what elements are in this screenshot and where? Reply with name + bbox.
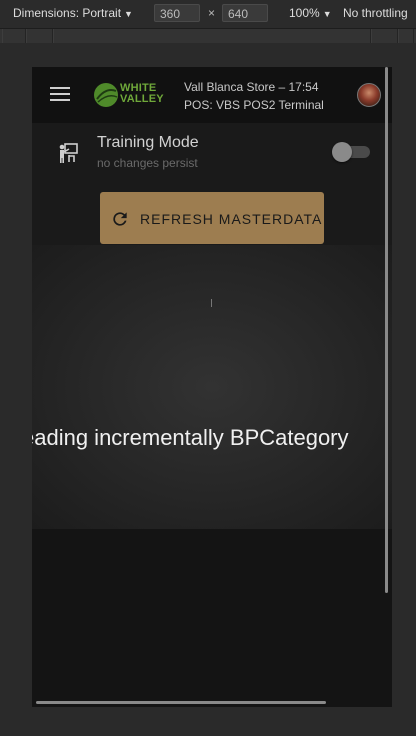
media-query-segment[interactable] [53,29,371,43]
media-query-segment[interactable] [26,29,53,43]
zoom-select[interactable]: 100% ▼ [289,6,332,20]
terminal-name: POS: VBS POS2 Terminal [184,98,324,112]
refresh-icon [113,212,127,226]
store-info: Vall Blanca Store – 17:54 POS: VBS POS2 … [184,78,324,114]
vertical-scrollbar[interactable] [385,67,388,593]
refresh-masterdata-button[interactable]: REFRESH MASTERDATA [100,192,324,244]
loading-spinner-icon [211,299,212,307]
menu-icon[interactable] [50,87,70,103]
throttling-select[interactable]: No throttling [343,6,408,20]
dimensions-label: Dimensions: Portrait [13,6,122,20]
height-input[interactable]: 640 [222,4,268,22]
loading-message: eading incrementally BPCategory [32,425,349,450]
training-mode-title: Training Mode [97,134,199,151]
times-sign: × [208,6,216,20]
throttling-label: No throttling [343,6,408,20]
store-name-time: Vall Blanca Store – 17:54 [184,80,319,94]
media-query-segment[interactable] [398,29,414,43]
dropdown-arrow-icon: ▼ [322,9,332,19]
media-query-segment[interactable] [2,29,26,43]
training-icon [59,143,78,163]
empty-content-area [32,529,392,707]
dimensions-select[interactable]: Dimensions: Portrait ▼ [13,6,133,20]
width-input[interactable]: 360 [154,4,200,22]
zoom-label: 100% [289,6,320,20]
loading-panel [32,245,392,529]
device-viewport: WHITE VALLEY Vall Blanca Store – 17:54 P… [32,67,392,707]
media-query-bar [0,29,416,43]
logo-text: WHITE VALLEY [120,83,164,105]
dropdown-arrow-icon: ▼ [124,9,133,19]
refresh-masterdata-label: REFRESH MASTERDATA [140,211,323,227]
avatar[interactable] [357,83,381,107]
logo-line-2: VALLEY [120,93,164,105]
media-query-segment[interactable] [371,29,398,43]
devtools-toolbar: Dimensions: Portrait ▼ 360 × 640 100% ▼ No… [0,0,416,29]
training-mode-toggle-knob[interactable] [332,142,352,162]
horizontal-scrollbar[interactable] [36,701,326,704]
app-toolbar: WHITE VALLEY Vall Blanca Store – 17:54 P… [32,67,392,123]
training-mode-subtitle: no changes persist [97,156,198,170]
